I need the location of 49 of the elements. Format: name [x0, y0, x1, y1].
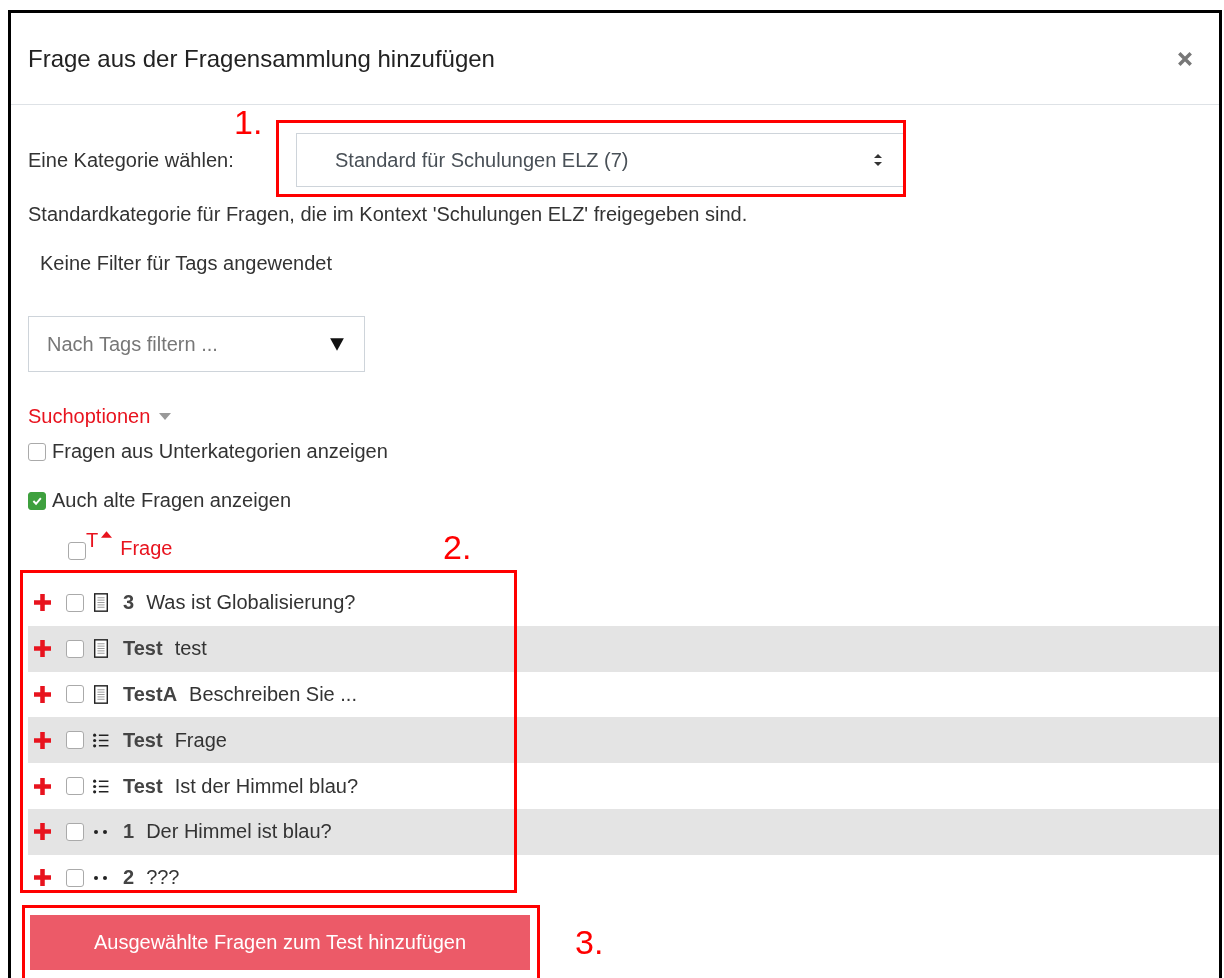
question-name: Test — [123, 728, 163, 752]
question-name: 3 — [123, 591, 135, 615]
checkbox[interactable] — [28, 491, 46, 510]
dropdown-triangle-icon — [329, 336, 345, 352]
question-text: ??? — [146, 866, 180, 890]
add-plus-icon[interactable] — [34, 686, 51, 703]
question-name: Test — [123, 774, 163, 798]
row-checkbox[interactable] — [66, 822, 84, 841]
category-label: Eine Kategorie wählen: — [28, 148, 235, 172]
tag-filter-note: Keine Filter für Tags angewendet — [40, 252, 334, 275]
annotation-number: 1. — [234, 105, 263, 139]
category-select[interactable]: Standard für Schulungen ELZ (7) — [296, 133, 906, 187]
sort-arrows-icon — [873, 153, 883, 167]
row-checkbox[interactable] — [66, 868, 84, 887]
add-plus-icon[interactable] — [34, 823, 51, 841]
option-label: Fragen aus Unterkategorien anzeigen — [52, 440, 388, 463]
annotation-number: 2. — [443, 530, 472, 564]
row-checkbox[interactable] — [66, 593, 84, 612]
add-plus-icon[interactable] — [34, 777, 51, 795]
question-text: Ist der Himmel blau? — [174, 774, 359, 798]
add-plus-icon[interactable] — [34, 594, 51, 612]
add-plus-icon[interactable] — [34, 640, 51, 658]
category-description: Standardkategorie für Fragen, die im Kontext 'Schulungen ELZ' freigegeben sind. — [28, 203, 749, 226]
question-name: TestA — [123, 683, 178, 706]
question-text: Der Himmel ist blau? — [146, 820, 332, 844]
question-column-header[interactable]: Frage — [120, 537, 173, 560]
row-checkbox[interactable] — [66, 731, 84, 750]
row-checkbox[interactable] — [66, 639, 84, 658]
add-plus-icon[interactable] — [34, 869, 51, 887]
question-text: Beschreiben Sie ... — [189, 683, 357, 706]
annotation-number: 3. — [575, 925, 604, 959]
option-label: Auch alte Fragen anzeigen — [52, 489, 292, 512]
row-checkbox[interactable] — [66, 777, 84, 796]
type-column-header[interactable]: T — [86, 530, 99, 550]
checkbox[interactable] — [28, 442, 46, 461]
tag-filter-field[interactable]: Nach Tags filtern ... — [28, 316, 365, 372]
close-icon[interactable] — [1177, 50, 1193, 67]
question-name: Test — [123, 637, 163, 661]
dialog-title: Frage aus der Fragensammlung hinzufügen — [28, 44, 495, 73]
question-text: Frage — [174, 728, 227, 752]
add-questions-button[interactable]: Ausgewählte Fragen zum Test hinzufügen — [30, 914, 530, 970]
question-name: 1 — [123, 820, 135, 844]
add-plus-icon[interactable] — [34, 731, 51, 749]
question-text: Was ist Globalisierung? — [146, 591, 356, 615]
search-options-link[interactable]: Suchoptionen — [28, 405, 151, 428]
question-name: 2 — [123, 866, 135, 890]
select-all-checkbox[interactable] — [68, 542, 86, 560]
row-checkbox[interactable] — [66, 685, 84, 704]
question-text: test — [174, 637, 207, 661]
